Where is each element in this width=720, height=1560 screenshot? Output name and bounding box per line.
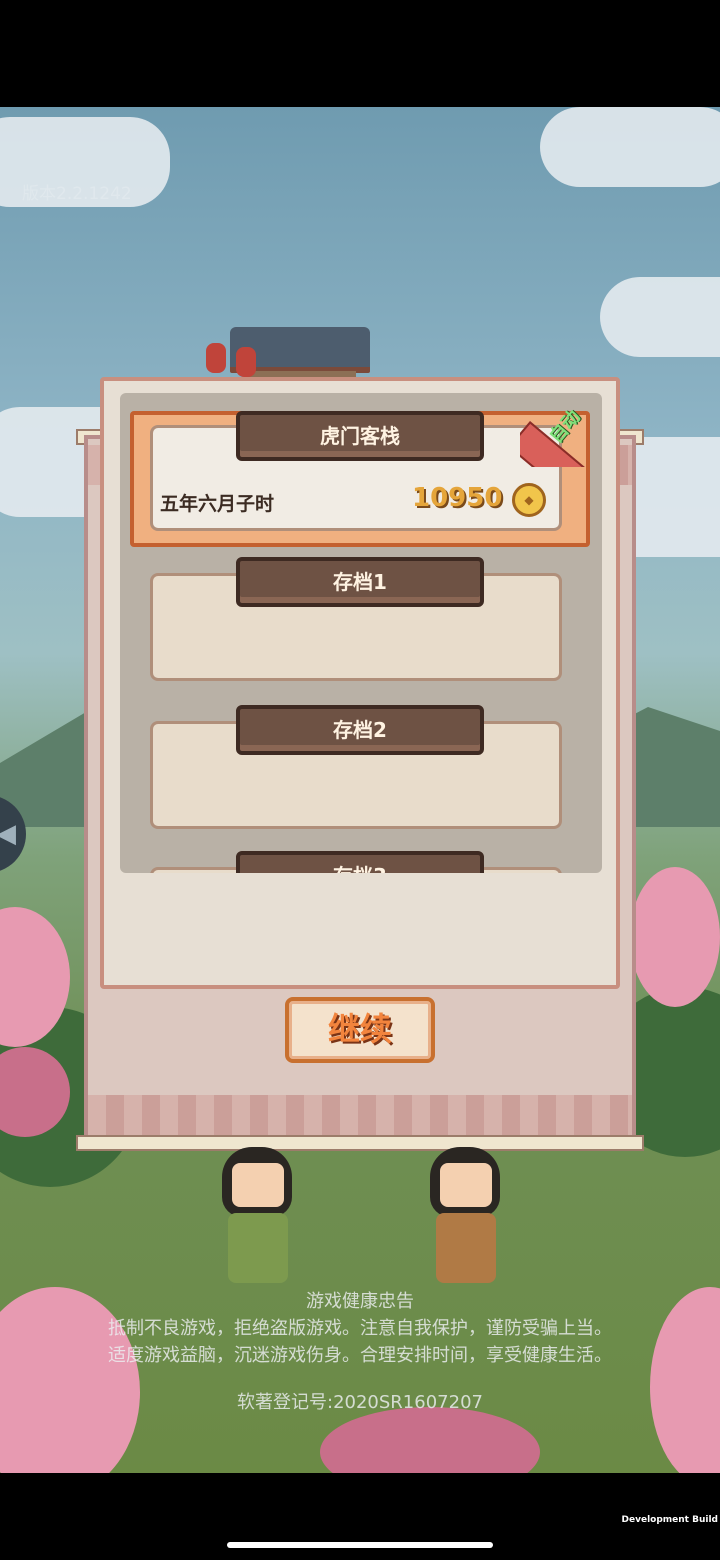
cloud bbox=[540, 107, 720, 187]
character-face bbox=[440, 1163, 492, 1207]
slot-name-plate: 存档2 bbox=[236, 705, 484, 755]
blossom-tree bbox=[320, 1407, 540, 1473]
character-face bbox=[232, 1163, 284, 1207]
slot-date: 五年六月子时 bbox=[160, 493, 275, 515]
cloud bbox=[600, 277, 720, 357]
scroll-bottom-pattern bbox=[88, 1095, 632, 1135]
save-slot-3[interactable]: 存档3 bbox=[130, 851, 592, 873]
slot-name-plate: 存档1 bbox=[236, 557, 484, 607]
save-slot-auto[interactable]: 虎门客栈 五年六月子时 10950 ◆ 自动 bbox=[130, 407, 598, 547]
slot-name-plate: 虎门客栈 bbox=[236, 411, 484, 461]
continue-button[interactable]: 继续 bbox=[285, 997, 435, 1063]
game-scene: 版本2.2.1242 ◀ 存档 虎门客栈 五年六月子时 10950 ◆ 自动 bbox=[0, 107, 720, 1473]
save-slot-list[interactable]: 虎门客栈 五年六月子时 10950 ◆ 自动 存档1 存档2 存档3 bbox=[120, 393, 602, 873]
dev-build-label: Development Build bbox=[621, 1515, 718, 1525]
health-notice-line2: 适度游戏益脑，沉迷游戏伤身。合理安排时间，享受健康生活。 bbox=[108, 1345, 612, 1366]
blossom-tree bbox=[630, 867, 720, 1007]
home-indicator[interactable] bbox=[227, 1542, 493, 1548]
slot-name-plate: 存档3 bbox=[236, 851, 484, 873]
coin-icon: ◆ bbox=[512, 483, 546, 517]
version-label: 版本2.2.1242 bbox=[22, 184, 132, 204]
scroll-bottom-rod bbox=[76, 1135, 644, 1151]
health-notice-line1: 抵制不良游戏，拒绝盗版游戏。注意自我保护，谨防受骗上当。 bbox=[108, 1318, 612, 1339]
auto-save-ribbon: 自动 bbox=[520, 407, 598, 467]
save-slot-2[interactable]: 存档2 bbox=[130, 705, 592, 833]
character-body bbox=[436, 1213, 496, 1283]
chevron-left-icon: ◀ bbox=[0, 819, 16, 849]
registration-number: 软著登记号:2020SR1607207 bbox=[237, 1392, 483, 1413]
slot-coins: 10950 bbox=[412, 483, 503, 513]
health-notice-heading: 游戏健康忠告 bbox=[306, 1291, 414, 1312]
save-slot-1[interactable]: 存档1 bbox=[130, 557, 592, 685]
character-body bbox=[228, 1213, 288, 1283]
